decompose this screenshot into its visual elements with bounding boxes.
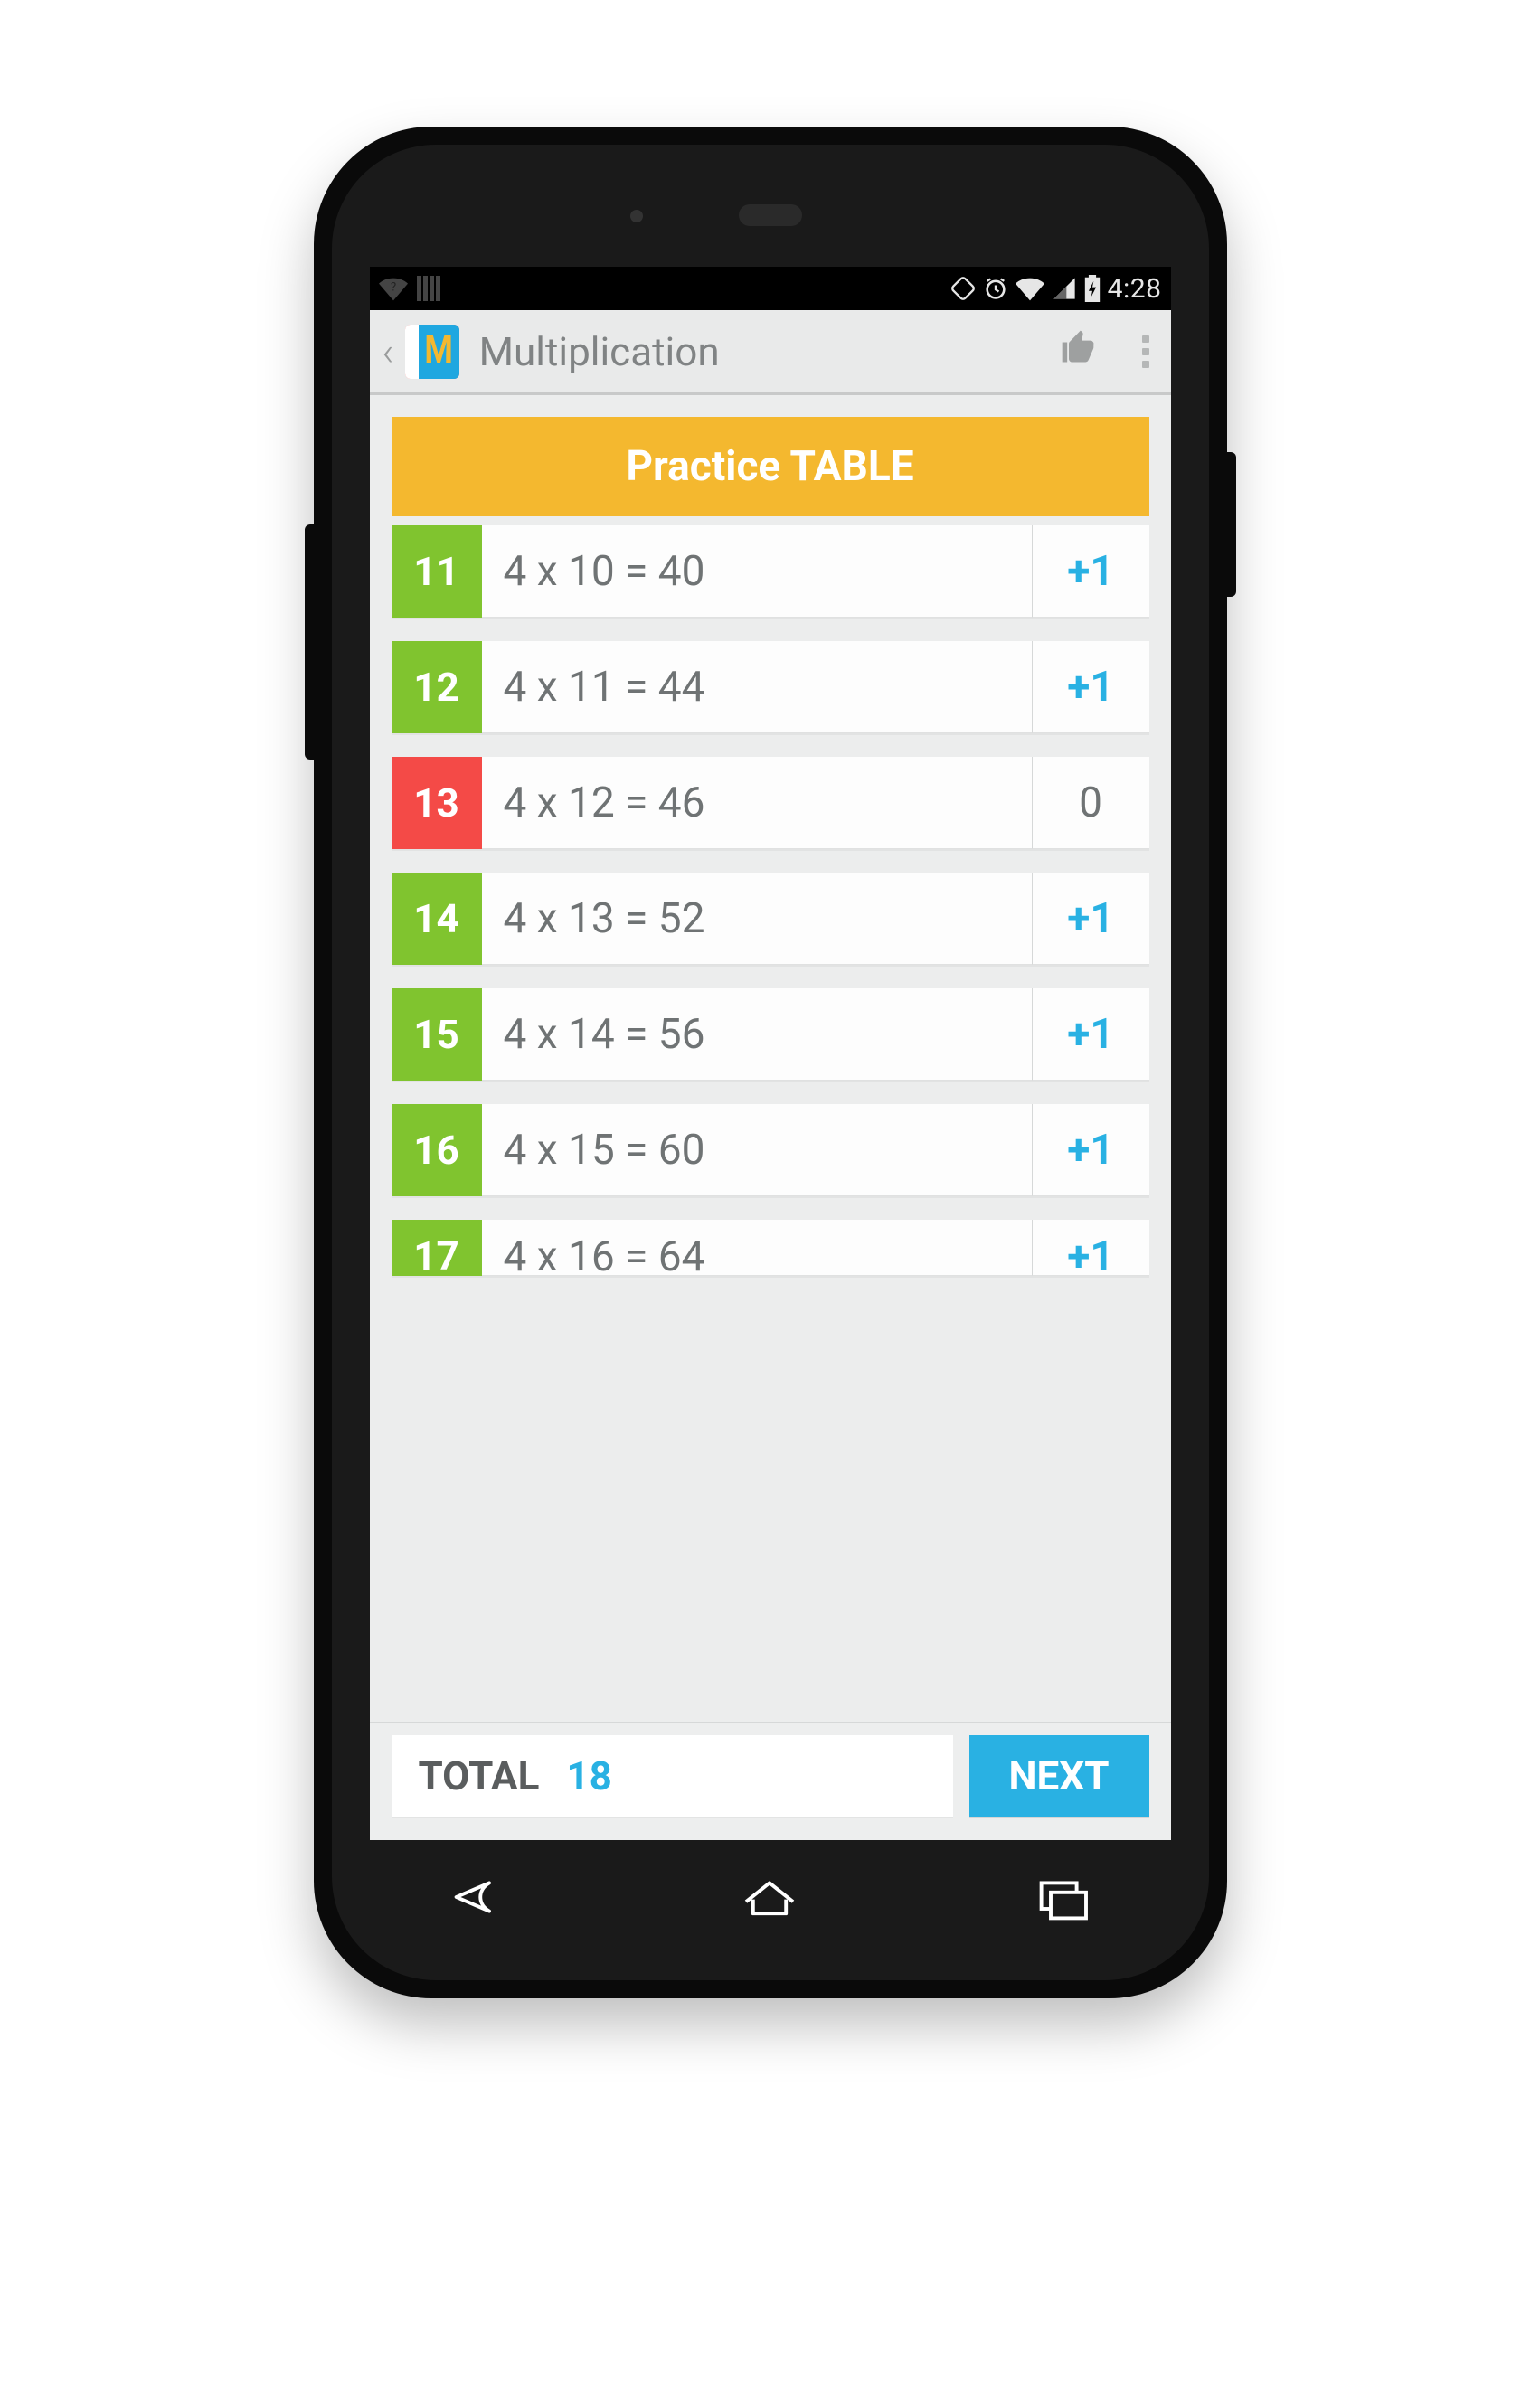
total-value: 18 <box>566 1752 612 1799</box>
section-header: Practice TABLE <box>392 417 1149 516</box>
row-score: 0 <box>1032 757 1149 849</box>
wifi-icon <box>1016 276 1044 301</box>
nav-recent-button[interactable] <box>1027 1870 1098 1928</box>
svg-text:?: ? <box>390 281 395 295</box>
row-equation: 4 x 15 = 60 <box>482 1104 1032 1196</box>
row-score: +1 <box>1032 873 1149 965</box>
answer-row[interactable]: 124 x 11 = 44+1 <box>392 641 1149 733</box>
nav-back-button[interactable] <box>442 1870 513 1928</box>
answer-list[interactable]: 114 x 10 = 40+1124 x 11 = 44+1134 x 12 =… <box>392 525 1149 1276</box>
total-label: TOTAL <box>419 1752 540 1799</box>
barcode-icon <box>417 276 444 301</box>
thumbs-up-button[interactable] <box>1035 327 1122 376</box>
answer-row[interactable]: 144 x 13 = 52+1 <box>392 873 1149 965</box>
signal-icon <box>1052 276 1077 301</box>
row-score: +1 <box>1032 641 1149 733</box>
answer-row[interactable]: 164 x 15 = 60+1 <box>392 1104 1149 1196</box>
action-bar: ‹ M Multiplication <box>370 310 1171 395</box>
overflow-menu-button[interactable] <box>1129 335 1162 368</box>
nav-home-button[interactable] <box>734 1870 805 1928</box>
status-bar: ? 4:28 <box>370 267 1171 310</box>
power-button <box>1225 452 1236 597</box>
page-title: Multiplication <box>479 328 1028 375</box>
answer-row[interactable]: 174 x 16 = 64+1 <box>392 1220 1149 1276</box>
back-button[interactable]: ‹ <box>375 328 398 375</box>
row-equation: 4 x 10 = 40 <box>482 525 1032 618</box>
footer-bar: TOTAL 18 NEXT <box>370 1722 1171 1840</box>
row-equation: 4 x 11 = 44 <box>482 641 1032 733</box>
row-score: +1 <box>1032 1220 1149 1276</box>
status-clock: 4:28 <box>1108 273 1162 305</box>
content-area: Practice TABLE 114 x 10 = 40+1124 x 11 =… <box>370 395 1171 1840</box>
phone-frame: ? 4:28 ‹ M Multiplic <box>314 127 1227 1998</box>
row-number-badge: 12 <box>392 641 482 733</box>
row-equation: 4 x 16 = 64 <box>482 1220 1032 1276</box>
row-equation: 4 x 14 = 56 <box>482 988 1032 1081</box>
app-icon[interactable]: M <box>405 325 459 379</box>
volume-button <box>305 524 316 760</box>
answer-row[interactable]: 134 x 12 = 460 <box>392 757 1149 849</box>
row-number-badge: 16 <box>392 1104 482 1196</box>
answer-row[interactable]: 114 x 10 = 40+1 <box>392 525 1149 618</box>
total-box: TOTAL 18 <box>392 1735 953 1817</box>
row-number-badge: 15 <box>392 988 482 1081</box>
answer-row[interactable]: 154 x 14 = 56+1 <box>392 988 1149 1081</box>
battery-charging-icon <box>1084 275 1101 302</box>
wifi-dim-icon: ? <box>379 276 408 301</box>
row-number-badge: 13 <box>392 757 482 849</box>
alarm-icon <box>983 276 1008 301</box>
row-score: +1 <box>1032 988 1149 1081</box>
android-nav-bar <box>332 1854 1209 1944</box>
proximity-sensor <box>630 210 643 222</box>
row-equation: 4 x 12 = 46 <box>482 757 1032 849</box>
row-score: +1 <box>1032 525 1149 618</box>
screen: ? 4:28 ‹ M Multiplic <box>370 267 1171 1840</box>
row-equation: 4 x 13 = 52 <box>482 873 1032 965</box>
row-number-badge: 17 <box>392 1220 482 1276</box>
rotate-icon <box>950 276 976 301</box>
row-score: +1 <box>1032 1104 1149 1196</box>
next-button[interactable]: NEXT <box>969 1735 1149 1817</box>
earpiece <box>739 204 802 226</box>
row-number-badge: 11 <box>392 525 482 618</box>
row-number-badge: 14 <box>392 873 482 965</box>
